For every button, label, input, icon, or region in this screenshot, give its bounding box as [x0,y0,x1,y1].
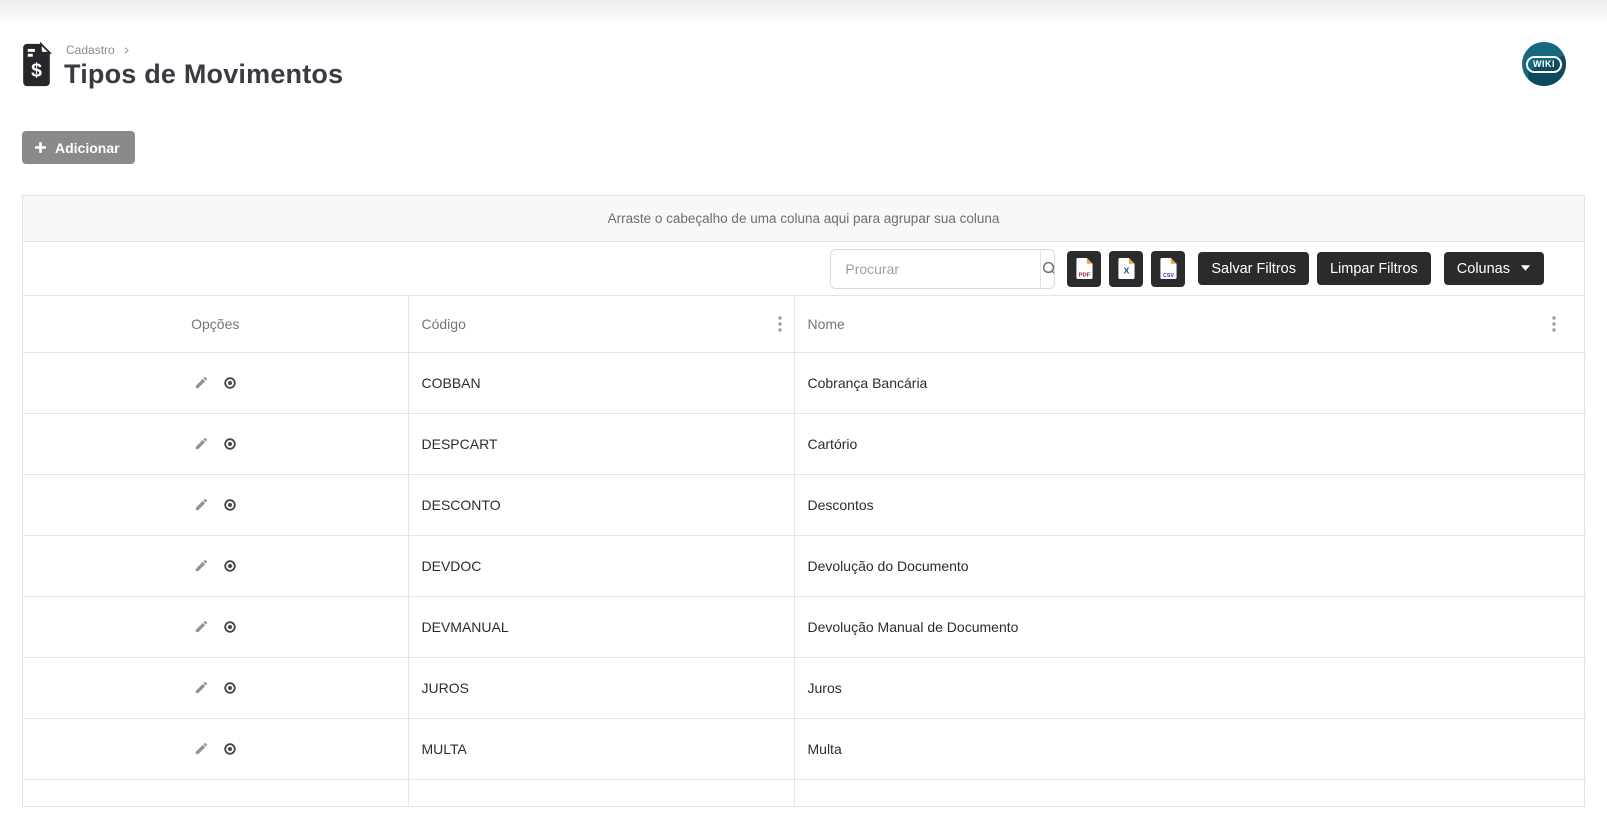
table-row: DESCONTO Descontos [23,474,1586,535]
row-name: Devolução Manual de Documento [794,596,1586,657]
row-code: JUROS [408,657,794,718]
table-row: COBBAN Cobrança Bancária [23,352,1586,413]
search-box [830,249,1055,289]
clear-filters-button[interactable]: Limpar Filtros [1317,252,1431,285]
column-header-nome[interactable]: Nome [794,296,1586,352]
edit-pencil-icon[interactable] [194,680,209,695]
data-table: Opções Código Nome [23,296,1586,806]
view-eye-icon[interactable] [223,620,237,634]
row-code: COBBAN [408,352,794,413]
row-options [23,558,408,573]
row-code: DESPCART [408,413,794,474]
table-row: DEVDOC Devolução do Documento [23,535,1586,596]
view-eye-icon[interactable] [223,498,237,512]
row-name: Descontos [794,474,1586,535]
column-header-opcoes[interactable]: Opções [23,296,408,352]
request-quote-icon: $ [17,41,56,89]
top-shadow [0,0,1607,26]
save-filters-button[interactable]: Salvar Filtros [1198,252,1309,285]
edit-pencil-icon[interactable] [194,375,209,390]
add-button-label: Adicionar [55,140,120,156]
export-excel-button[interactable]: X [1109,251,1143,287]
svg-text:CSV: CSV [1163,273,1174,279]
row-code: DEVMANUAL [408,596,794,657]
column-header-codigo[interactable]: Código [408,296,794,352]
grid-toolbar: PDF X CSV Salvar Filtros [23,242,1584,296]
svg-text:$: $ [31,59,42,81]
svg-text:PDF: PDF [1078,273,1090,279]
search-input[interactable] [831,250,1040,288]
table-row: DESPCART Cartório [23,413,1586,474]
page: $ Cadastro Tipos de Movimentos WIKI Adic… [0,0,1607,814]
export-csv-button[interactable]: CSV [1151,251,1185,287]
edit-pencil-icon[interactable] [194,619,209,634]
row-code: MULTA [408,718,794,779]
row-code: DEVDOC [408,535,794,596]
row-name: Cobrança Bancária [794,352,1586,413]
columns-label: Colunas [1457,261,1510,277]
clear-filters-label: Limpar Filtros [1330,261,1418,277]
wiki-button[interactable]: WIKI [1522,42,1566,86]
table-row: MULTA Multa [23,718,1586,779]
codigo-column-menu-icon[interactable] [778,316,782,332]
add-button[interactable]: Adicionar [22,131,135,164]
csv-file-icon: CSV [1159,257,1178,280]
svg-text:X: X [1124,266,1130,276]
nome-column-menu-icon[interactable] [1552,316,1556,332]
wiki-label: WIKI [1526,56,1562,73]
table-row: JUROS Juros [23,657,1586,718]
row-options [23,436,408,451]
plus-icon [34,141,47,154]
breadcrumb: Cadastro [66,43,131,57]
table-row: DEVMANUAL Devolução Manual de Documento [23,596,1586,657]
row-options [23,497,408,512]
row-options [23,375,408,390]
edit-pencil-icon[interactable] [194,497,209,512]
row-name: Cartório [794,413,1586,474]
view-eye-icon[interactable] [223,559,237,573]
edit-pencil-icon[interactable] [194,436,209,451]
search-button[interactable] [1040,250,1055,288]
row-name: Devolução do Documento [794,535,1586,596]
chevron-right-icon [122,46,131,55]
view-eye-icon[interactable] [223,681,237,695]
excel-file-icon: X [1117,257,1136,280]
table-header-row: Opções Código Nome [23,296,1586,352]
edit-pencil-icon[interactable] [194,741,209,756]
save-filters-label: Salvar Filtros [1211,261,1296,277]
grid-panel: Arraste o cabeçalho de uma coluna aqui p… [22,195,1585,807]
row-options [23,619,408,634]
view-eye-icon[interactable] [223,437,237,451]
caret-down-icon [1520,265,1531,272]
page-title: Tipos de Movimentos [64,59,343,90]
view-eye-icon[interactable] [223,742,237,756]
row-name: Juros [794,657,1586,718]
view-eye-icon[interactable] [223,376,237,390]
row-name: Multa [794,718,1586,779]
pdf-file-icon: PDF [1075,257,1094,280]
row-code: DESCONTO [408,474,794,535]
row-options [23,680,408,695]
export-pdf-button[interactable]: PDF [1067,251,1101,287]
columns-button[interactable]: Colunas [1444,252,1544,285]
group-drop-zone[interactable]: Arraste o cabeçalho de uma coluna aqui p… [23,196,1584,242]
table-row-partial [23,779,1586,806]
breadcrumb-cadastro[interactable]: Cadastro [66,43,115,57]
group-hint-text: Arraste o cabeçalho de uma coluna aqui p… [608,211,1000,226]
edit-pencil-icon[interactable] [194,558,209,573]
row-options [23,741,408,756]
search-icon [1041,260,1055,278]
